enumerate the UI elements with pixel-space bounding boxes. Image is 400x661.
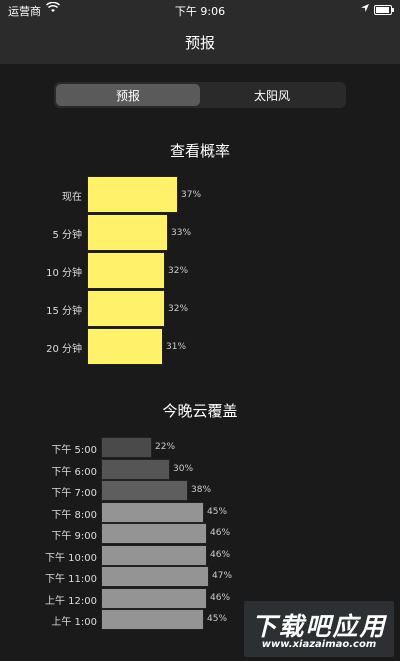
cloud-cover-label: 上午 1:00	[51, 617, 97, 628]
segmented-control: 预报 太阳风	[54, 82, 346, 108]
cloud-cover-value: 30%	[173, 463, 194, 474]
cloud-cover-bar	[101, 587, 207, 609]
cloud-cover-bar	[101, 480, 188, 501]
watermark-main: 下载吧应用	[251, 612, 387, 641]
watermark-url: www.xiazaimao.com	[261, 639, 377, 650]
cloud-cover-value: 46%	[210, 592, 231, 603]
cloud-cover-label: 下午 9:00	[51, 531, 97, 542]
cloud-cover-label: 下午 6:00	[51, 466, 97, 478]
probability-label: 5 分钟	[52, 230, 82, 241]
cloud-cover-bar	[101, 458, 170, 480]
nav-bar: 预报	[0, 20, 400, 64]
cloud-cover-bar	[101, 501, 204, 523]
cloud-cover-title: 今晚云覆盖	[162, 402, 238, 420]
cloud-cover-value: 45%	[207, 614, 228, 624]
cloud-cover-value: 45%	[207, 506, 228, 517]
probability-label: 10 分钟	[46, 268, 82, 279]
cloud-cover-bar	[101, 523, 207, 544]
status-bar: 运营商 下午 9:06	[0, 0, 400, 20]
probability-bar	[87, 176, 178, 213]
probability-bar	[87, 252, 165, 289]
cloud-cover-value: 46%	[210, 549, 231, 560]
cloud-cover-bar	[101, 437, 152, 458]
cloud-cover-label: 下午 7:00	[51, 488, 97, 499]
clock: 下午 9:06	[174, 5, 226, 18]
probability-value: 37%	[181, 190, 202, 200]
cloud-cover-bar	[101, 544, 207, 566]
watermark-logo: 下载吧应用 www.xiazaimao.com	[244, 601, 394, 657]
cloud-cover-value: 46%	[210, 528, 231, 538]
tab-forecast[interactable]: 预报	[56, 84, 200, 106]
cloud-cover-label: 上午 12:00	[45, 595, 97, 607]
tab-solar-wind[interactable]: 太阳风	[200, 84, 344, 106]
cloud-cover-bar	[101, 609, 204, 630]
cloud-cover-value: 47%	[212, 571, 233, 581]
page-title: 预报	[184, 33, 215, 52]
probability-label: 现在	[62, 192, 82, 203]
location-arrow-icon	[360, 3, 370, 16]
cloud-cover-label: 下午 8:00	[51, 509, 97, 521]
probability-bar	[87, 214, 168, 251]
probability-label: 15 分钟	[46, 306, 82, 317]
probability-value: 33%	[171, 228, 192, 238]
probability-label: 20 分钟	[46, 344, 82, 355]
cloud-cover-value: 38%	[191, 485, 212, 495]
cloud-cover-label: 下午 5:00	[51, 445, 97, 456]
cloud-cover-label: 下午 11:00	[45, 574, 97, 585]
battery-icon	[374, 5, 394, 15]
probability-bar	[87, 328, 163, 365]
probability-title: 查看概率	[169, 142, 230, 160]
probability-value: 32%	[168, 304, 189, 314]
cloud-cover-label: 下午 10:00	[45, 552, 97, 564]
probability-value: 31%	[166, 342, 187, 352]
probability-value: 32%	[168, 266, 189, 276]
probability-bar	[87, 290, 165, 327]
cloud-cover-bar	[101, 566, 209, 587]
cloud-cover-value: 22%	[155, 442, 176, 452]
